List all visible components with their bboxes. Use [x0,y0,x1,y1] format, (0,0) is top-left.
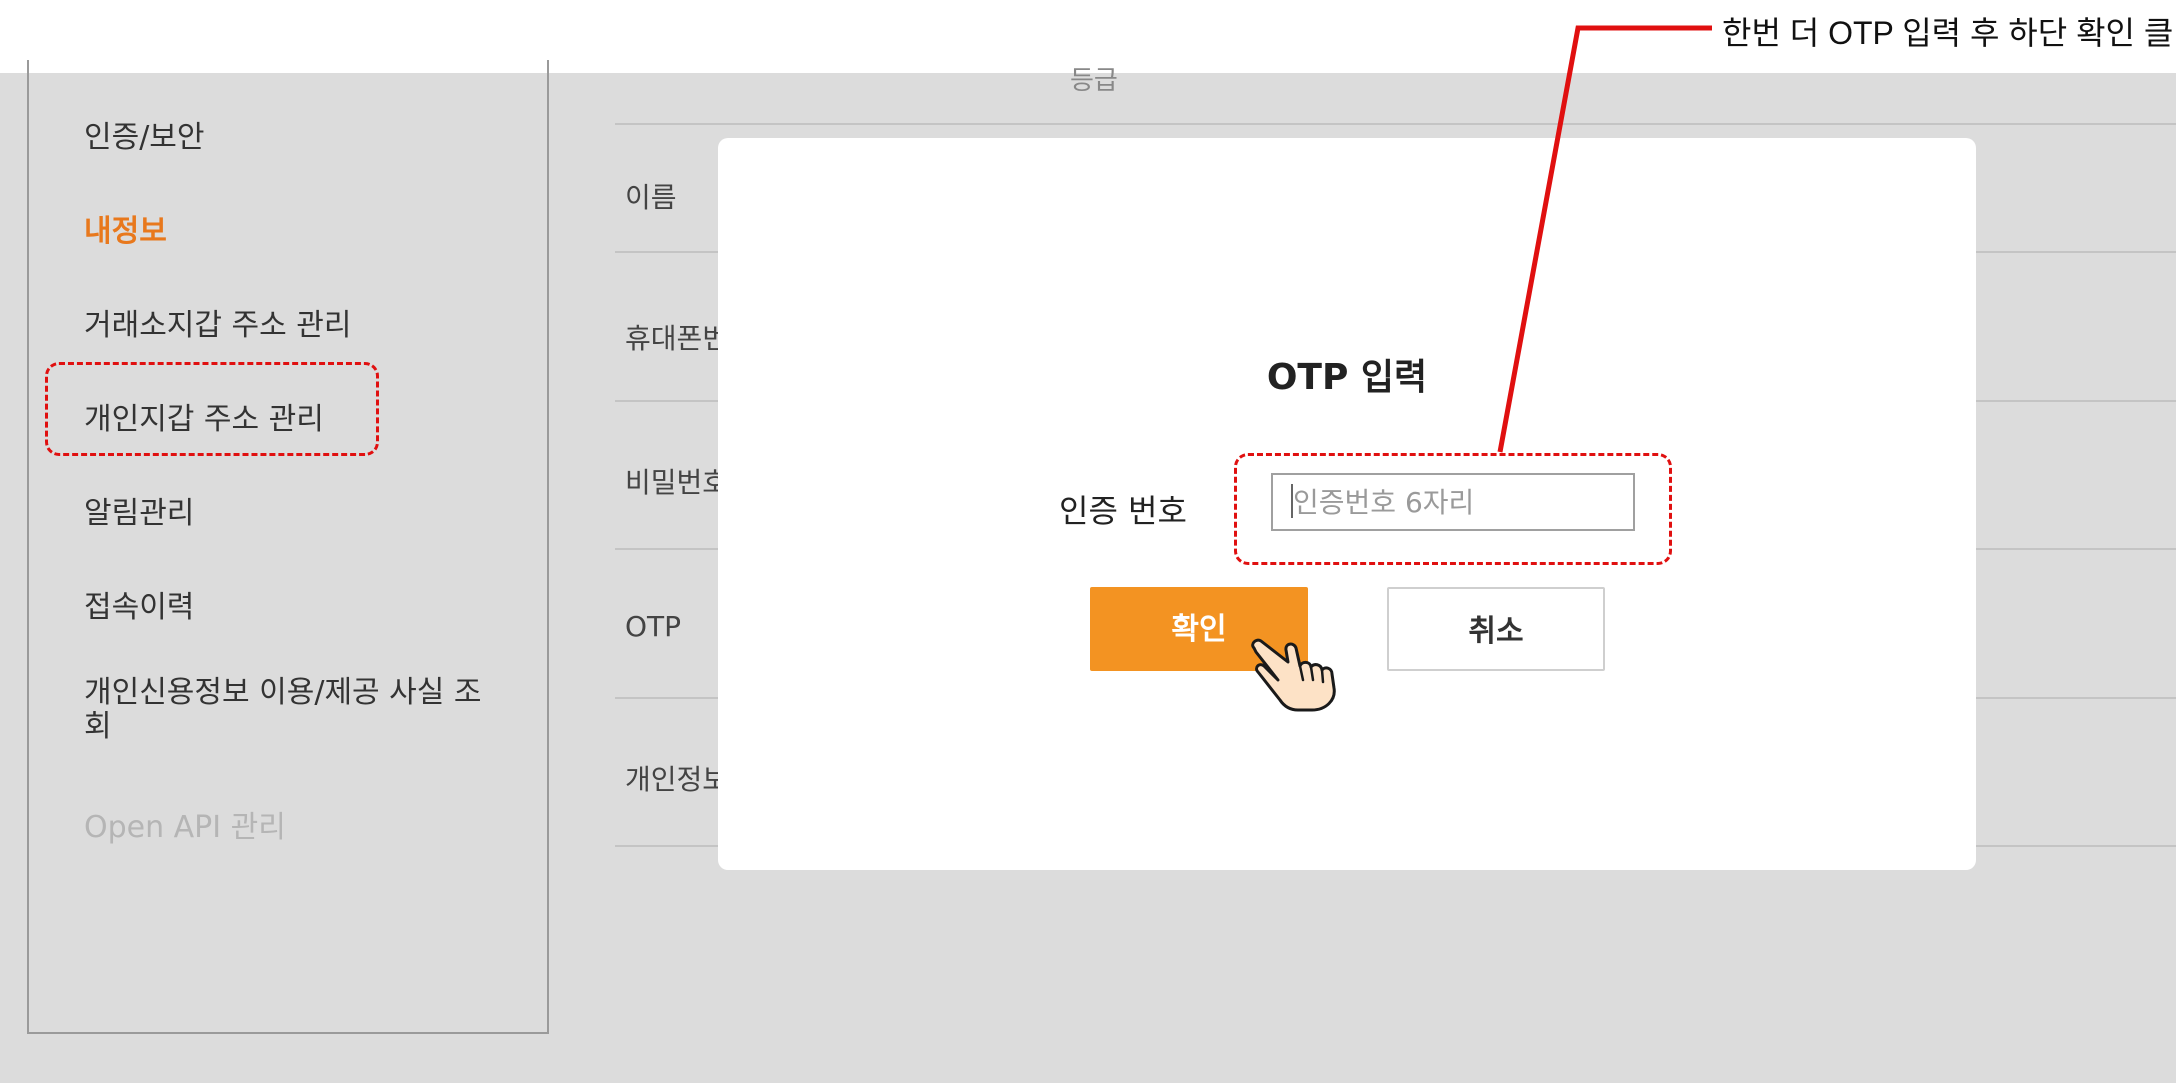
hand-pointer-icon [1251,638,1336,712]
sidebar-item-notifications[interactable]: 알림관리 [84,488,194,532]
annotation-text: 한번 더 OTP 입력 후 하단 확인 클릭 [1722,15,2176,51]
row-label-personal-info: 개인정보 [625,763,729,796]
sidebar-item-open-api[interactable]: Open API 관리 [84,802,286,846]
cancel-button[interactable]: 취소 [1387,587,1605,671]
annotation-highlight-input [1234,453,1672,565]
row-fragment-grade: 등급 [1070,66,1118,96]
row-label-password: 비밀번호 [625,466,729,499]
modal-title: OTP 입력 [1266,357,1428,398]
auth-number-label: 인증 번호 [1059,492,1187,530]
sidebar-item-my-info[interactable]: 내정보 [84,206,167,250]
row-label-phone: 휴대폰번 [625,322,729,355]
row-divider [615,123,2176,125]
sidebar-item-access-history[interactable]: 접속이력 [84,582,194,626]
sidebar-item-credit-info[interactable]: 개인신용정보 이용/제공 사실 조회 [84,676,504,744]
sidebar-item-exchange-wallet[interactable]: 거래소지갑 주소 관리 [84,300,351,344]
row-label-name: 이름 [625,181,677,214]
sidebar-item-auth-security[interactable]: 인증/보안 [84,112,205,156]
annotation-highlight-sidebar [45,362,379,456]
row-label-otp: OTP [625,610,682,643]
